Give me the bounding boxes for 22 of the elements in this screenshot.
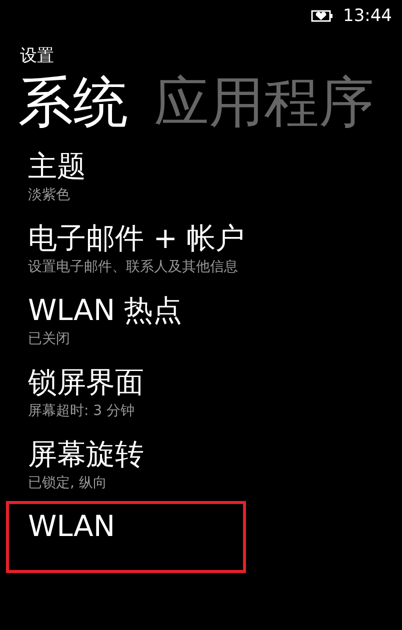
- battery-icon: [311, 10, 333, 22]
- clock-time: 13:44: [343, 6, 392, 26]
- setting-item[interactable]: 锁屏界面 屏幕超时: 3 分钟: [6, 357, 246, 429]
- setting-subtitle: 已关闭: [28, 330, 71, 349]
- setting-subtitle: 已锁定, 纵向: [28, 474, 108, 493]
- setting-subtitle: 屏幕超时: 3 分钟: [28, 402, 136, 421]
- setting-subtitle: 设置电子邮件、联系人及其他信息: [28, 258, 239, 277]
- app-title: 设置: [20, 45, 54, 67]
- setting-title[interactable]: WLAN: [28, 508, 243, 544]
- setting-subtitle: 淡紫色: [28, 186, 71, 205]
- setting-title[interactable]: 锁屏界面: [28, 364, 243, 400]
- pivot-tab[interactable]: 应用程序: [154, 69, 374, 135]
- setting-title[interactable]: 电子邮件 + 帐户: [28, 220, 243, 256]
- setting-item[interactable]: WLAN 热点 已关闭: [6, 285, 246, 357]
- pivot-tab[interactable]: 系统: [18, 69, 128, 135]
- highlighted-setting-item[interactable]: WLAN: [6, 501, 246, 573]
- setting-title[interactable]: 屏幕旋转: [28, 436, 243, 472]
- setting-title[interactable]: 主题: [28, 148, 243, 184]
- setting-item[interactable]: 主题 淡紫色: [6, 141, 246, 213]
- setting-item[interactable]: 屏幕旋转 已锁定, 纵向: [6, 429, 246, 501]
- setting-title[interactable]: WLAN 热点: [28, 292, 243, 328]
- setting-item[interactable]: 电子邮件 + 帐户 设置电子邮件、联系人及其他信息: [6, 213, 246, 285]
